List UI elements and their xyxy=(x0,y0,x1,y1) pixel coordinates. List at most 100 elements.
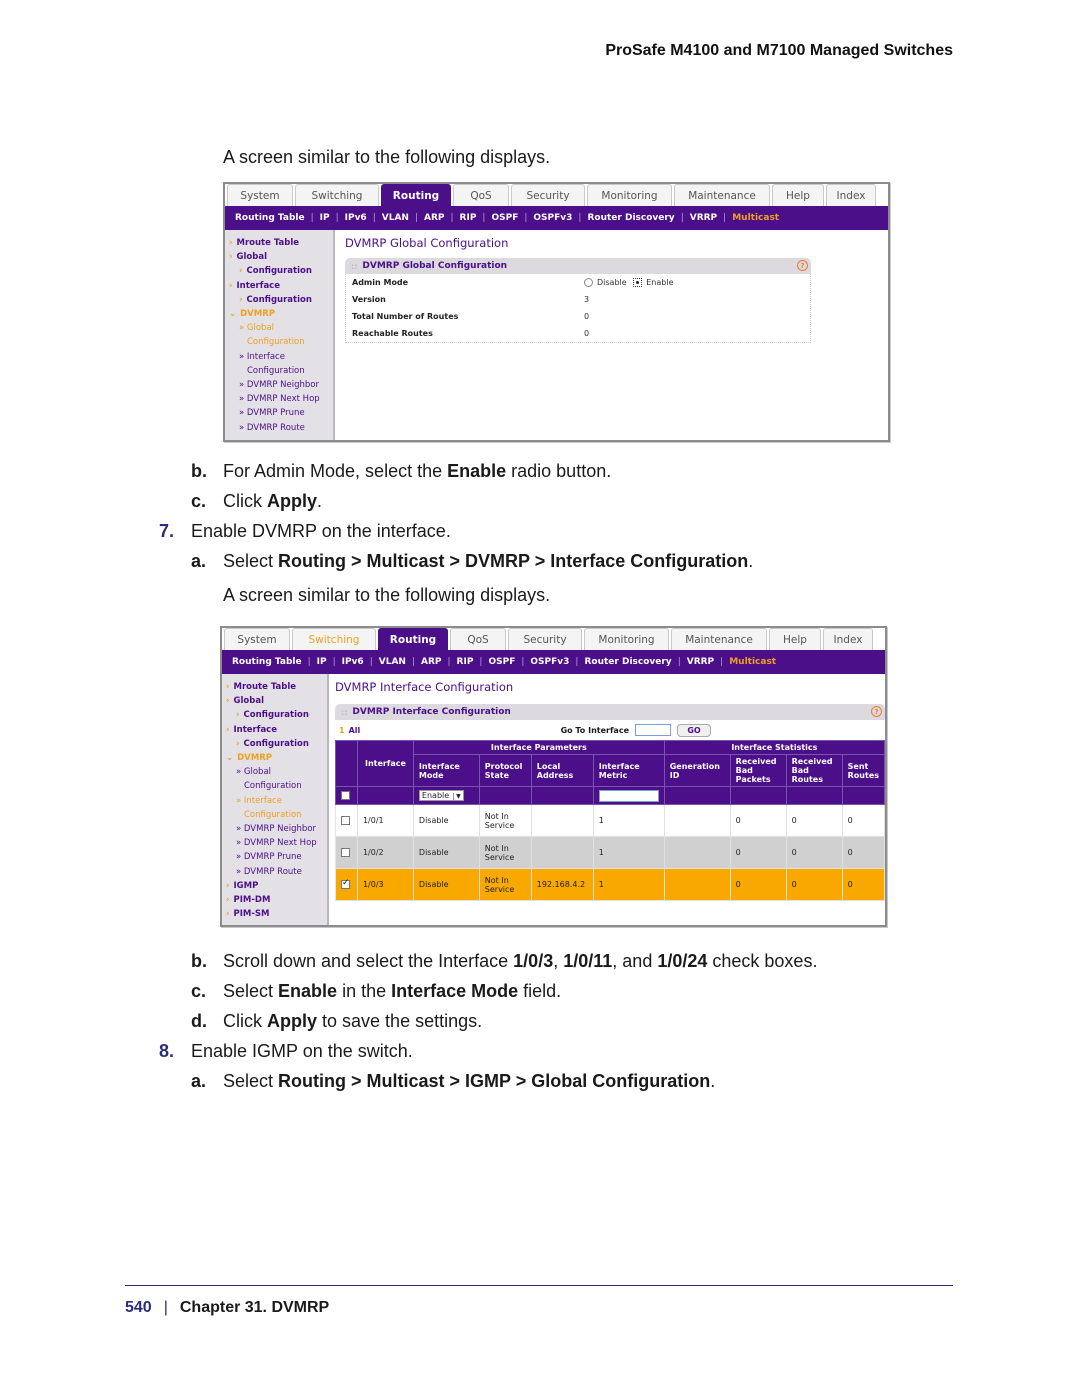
subnav-ospfv3[interactable]: OSPFv3 xyxy=(530,657,569,667)
sidebar-dvmrp-neighbor[interactable]: » DVMRP Neighbor xyxy=(226,822,327,836)
row-admin-mode: Admin Mode Disable Enable xyxy=(346,274,810,291)
subnav-arp[interactable]: ARP xyxy=(421,657,442,667)
tab-switching[interactable]: Switching xyxy=(295,184,379,206)
cell-state: Not In Service xyxy=(478,868,532,901)
subnav-vrrp[interactable]: VRRP xyxy=(687,657,714,667)
all-link[interactable]: All xyxy=(349,726,361,735)
tab-help[interactable]: Help xyxy=(769,628,821,650)
sidebar-dvmrp-prune[interactable]: » DVMRP Prune xyxy=(226,850,327,864)
tab-system[interactable]: System xyxy=(224,628,290,650)
subnav-arp[interactable]: ARP xyxy=(424,213,445,223)
subnav-vlan[interactable]: VLAN xyxy=(379,657,406,667)
tab-monitoring[interactable]: Monitoring xyxy=(587,184,672,206)
tab-monitoring[interactable]: Monitoring xyxy=(584,628,669,650)
subnav-ospf[interactable]: OSPF xyxy=(488,657,515,667)
cell-bad-routes: 0 xyxy=(785,868,843,901)
tab-system[interactable]: System xyxy=(227,184,293,206)
sidebar-global-configuration-cont[interactable]: Configuration xyxy=(229,264,333,278)
sidebar-dvmrp-prune[interactable]: » DVMRP Prune xyxy=(229,406,333,420)
interface-mode-select[interactable]: Enable ▼ xyxy=(418,790,464,801)
page-title: DVMRP Global Configuration xyxy=(345,236,509,250)
subnav-routing-table[interactable]: Routing Table xyxy=(232,657,302,667)
sidebar-global-configuration[interactable]: Global xyxy=(229,250,333,264)
select-all-checkbox[interactable] xyxy=(341,791,350,800)
step-label: c. xyxy=(191,981,207,1001)
subnav-multicast[interactable]: Multicast xyxy=(732,213,779,223)
tab-routing[interactable]: Routing xyxy=(378,628,448,650)
tab-switching[interactable]: Switching xyxy=(292,628,376,650)
subnav-ospf[interactable]: OSPF xyxy=(491,213,518,223)
sidebar-dvmrp-global-configuration-cont[interactable]: Configuration xyxy=(226,779,327,793)
tab-index[interactable]: Index xyxy=(826,184,876,206)
subnav-rip[interactable]: RIP xyxy=(457,657,474,667)
subnav-ip[interactable]: IP xyxy=(317,657,327,667)
sidebar-igmp[interactable]: IGMP xyxy=(226,879,327,893)
goto-bar: 1 All Go To Interface GO xyxy=(335,720,885,740)
sidebar-dvmrp[interactable]: DVMRP xyxy=(229,307,333,321)
disable-radio[interactable] xyxy=(584,278,593,287)
sidebar-dvmrp-interface-configuration[interactable]: » Interface xyxy=(226,794,327,808)
go-button[interactable]: GO xyxy=(677,723,711,737)
tab-qos[interactable]: QoS xyxy=(450,628,506,650)
tab-security[interactable]: Security xyxy=(508,628,582,650)
enable-radio[interactable] xyxy=(633,278,643,287)
sidebar-dvmrp-global-configuration[interactable]: » Global xyxy=(229,321,333,335)
sidebar-interface-configuration-cont[interactable]: Configuration xyxy=(226,737,327,751)
subnav-routing-table[interactable]: Routing Table xyxy=(235,213,305,223)
sidebar-interface-configuration-cont[interactable]: Configuration xyxy=(229,293,333,307)
sidebar-dvmrp-interface-configuration[interactable]: » Interface xyxy=(229,350,333,364)
sidebar-interface-configuration[interactable]: Interface xyxy=(229,279,333,293)
sidebar-interface-configuration[interactable]: Interface xyxy=(226,723,327,737)
sidebar-pim-sm[interactable]: PIM-SM xyxy=(226,907,327,921)
help-icon[interactable]: ? xyxy=(797,260,808,271)
sidebar-dvmrp-global-configuration[interactable]: » Global xyxy=(226,765,327,779)
sidebar-dvmrp-route[interactable]: » DVMRP Route xyxy=(229,421,333,435)
tab-security[interactable]: Security xyxy=(511,184,585,206)
subnav-ospfv3[interactable]: OSPFv3 xyxy=(533,213,572,223)
tab-index[interactable]: Index xyxy=(823,628,873,650)
step-label: c. xyxy=(191,491,207,511)
step-text: in the xyxy=(337,981,392,1001)
sidebar-dvmrp-next-hop[interactable]: » DVMRP Next Hop xyxy=(226,836,327,850)
sidebar-dvmrp-next-hop[interactable]: » DVMRP Next Hop xyxy=(229,392,333,406)
subnav-ip[interactable]: IP xyxy=(320,213,330,223)
subnav-ipv6[interactable]: IPv6 xyxy=(342,657,364,667)
sidebar-pim-dm[interactable]: PIM-DM xyxy=(226,893,327,907)
sidebar-mroute-table[interactable]: Mroute Table xyxy=(229,236,333,250)
subnav-ipv6[interactable]: IPv6 xyxy=(345,213,367,223)
sidebar-dvmrp[interactable]: DVMRP xyxy=(226,751,327,765)
tab-qos[interactable]: QoS xyxy=(453,184,509,206)
subnav-vrrp[interactable]: VRRP xyxy=(690,213,717,223)
sidebar-dvmrp-route[interactable]: » DVMRP Route xyxy=(226,865,327,879)
tab-maintenance[interactable]: Maintenance xyxy=(674,184,770,206)
tab-routing[interactable]: Routing xyxy=(381,184,451,206)
subnav-rip[interactable]: RIP xyxy=(460,213,477,223)
sidebar-dvmrp-interface-configuration-cont[interactable]: Configuration xyxy=(229,364,333,378)
subnav-router-discovery[interactable]: Router Discovery xyxy=(587,213,674,223)
page-number[interactable]: 1 xyxy=(339,726,345,735)
sidebar-global-configuration-cont[interactable]: Configuration xyxy=(226,708,327,722)
subnav-router-discovery[interactable]: Router Discovery xyxy=(584,657,671,667)
sidebar-global-configuration[interactable]: Global xyxy=(226,694,327,708)
step-label: b. xyxy=(191,951,207,971)
interface-metric-input[interactable] xyxy=(598,789,659,802)
sidebar-mroute-table[interactable]: Mroute Table xyxy=(226,680,327,694)
step-label: b. xyxy=(191,461,207,481)
sidebar-dvmrp-global-configuration-cont[interactable]: Configuration xyxy=(229,335,333,349)
help-icon[interactable]: ? xyxy=(871,706,882,717)
page-number: 540 xyxy=(125,1299,152,1316)
sidebar-dvmrp-neighbor[interactable]: » DVMRP Neighbor xyxy=(229,378,333,392)
goto-interface-input[interactable] xyxy=(635,724,671,736)
step-text: Select xyxy=(223,551,279,571)
cell-address xyxy=(530,836,594,869)
footer-divider xyxy=(125,1285,953,1286)
tab-help[interactable]: Help xyxy=(772,184,824,206)
sidebar-dvmrp-interface-configuration-cont[interactable]: Configuration xyxy=(226,808,327,822)
tab-maintenance[interactable]: Maintenance xyxy=(671,628,767,650)
subnav-multicast[interactable]: Multicast xyxy=(729,657,776,667)
row-checkbox[interactable] xyxy=(341,848,350,857)
row-checkbox[interactable] xyxy=(341,878,350,889)
row-checkbox[interactable] xyxy=(341,816,350,825)
subnav-vlan[interactable]: VLAN xyxy=(382,213,409,223)
cell-mode: Disable xyxy=(412,836,480,869)
